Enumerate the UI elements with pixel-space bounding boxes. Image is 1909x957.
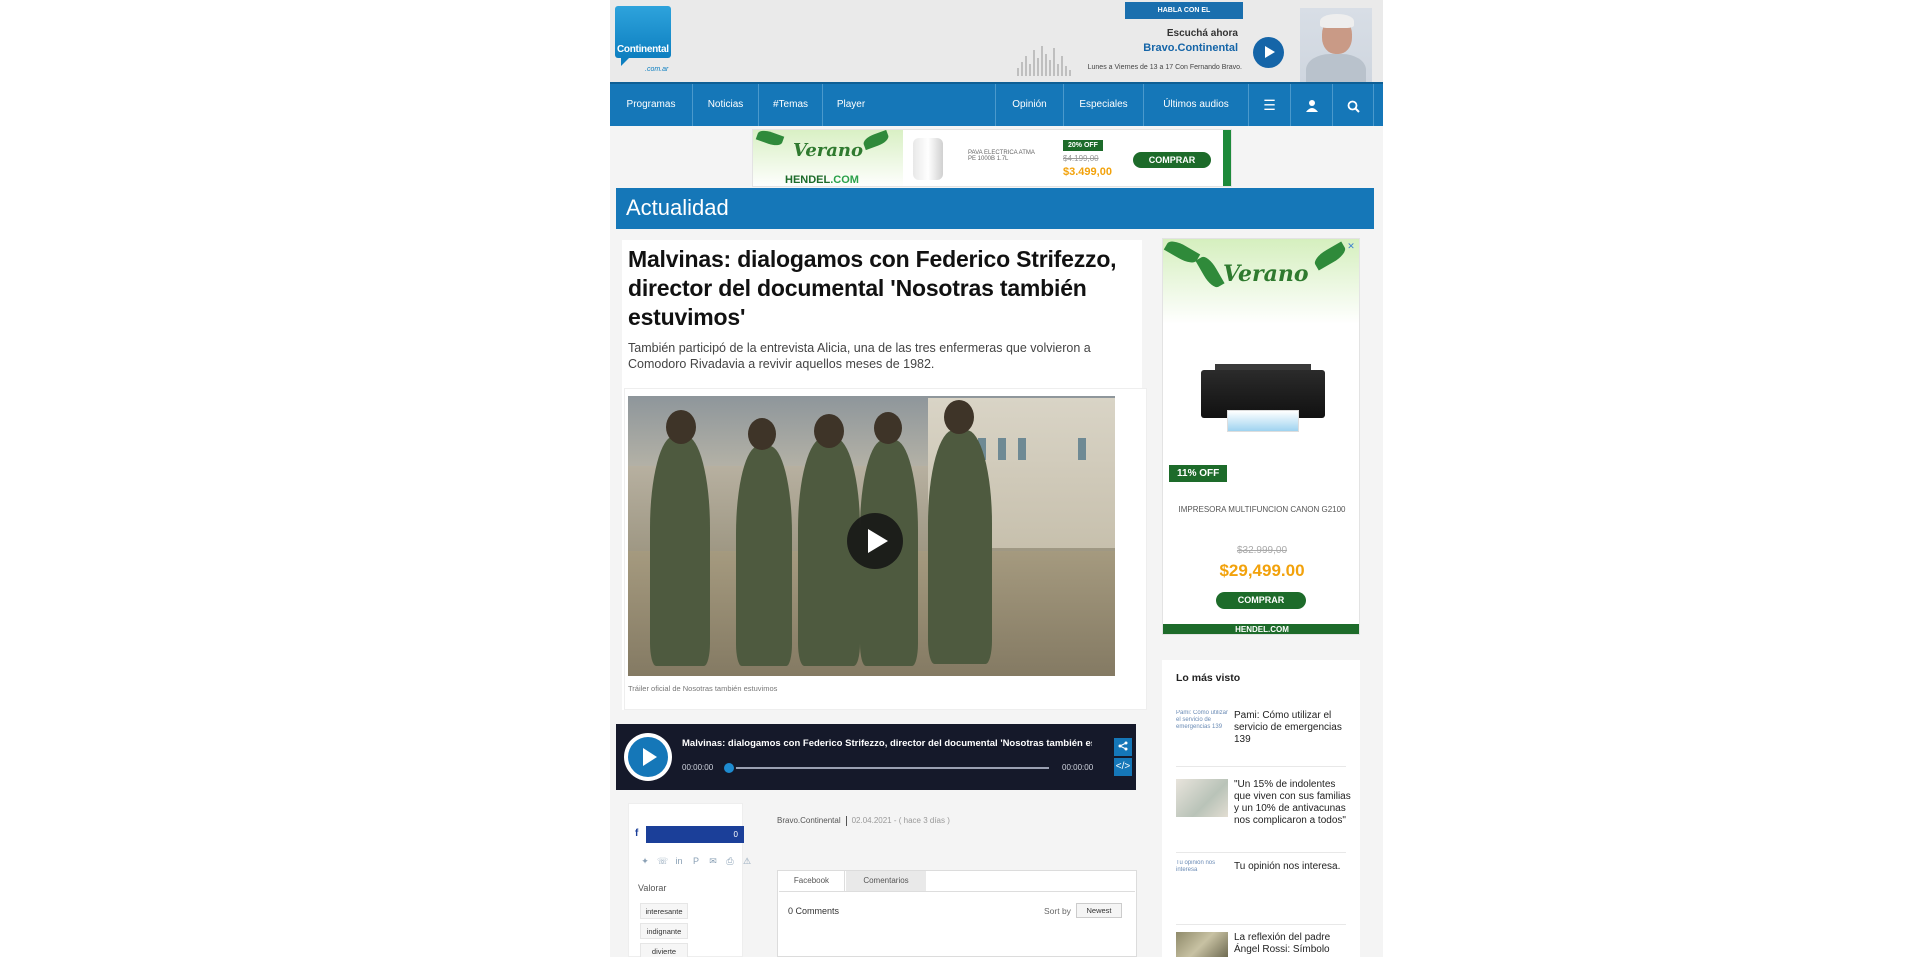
sidebar-ad-buy-button[interactable]: COMPRAR	[1216, 592, 1306, 609]
menu-icon[interactable]: ☰	[1248, 84, 1290, 126]
publish-date: 02.04.2021 - ( hace 3 días )	[851, 816, 950, 826]
ad-old-price: $4.199,00	[1063, 154, 1099, 163]
ad-brand: HENDEL.COM	[785, 174, 859, 186]
most-viewed-thumb-2[interactable]	[1176, 779, 1228, 817]
author-name[interactable]: Bravo.Continental	[777, 816, 841, 825]
site-container: Continental .com.ar HABLA CON EL Escuchá…	[610, 0, 1383, 957]
audio-progress-track[interactable]	[729, 767, 1049, 769]
show-schedule: Lunes a Viernes de 13 a 17 Con Fernando …	[1087, 64, 1242, 71]
embed-code-icon[interactable]: </>	[1114, 758, 1132, 776]
article-subtitle: También participó de la entrevista Alici…	[628, 341, 1091, 371]
most-viewed-item-1[interactable]: Pami: Cómo utilizar el servicio de emerg…	[1234, 710, 1352, 746]
ad-close-icon[interactable]: ✕	[1345, 240, 1357, 252]
sidebar-ad-price: $29,499.00	[1219, 561, 1305, 580]
ad-edge	[1223, 130, 1231, 186]
sort-select[interactable]: Newest	[1076, 903, 1122, 918]
email-icon[interactable]: ✉	[708, 856, 718, 866]
ad-price: $3.499,00	[1063, 166, 1112, 178]
section-title[interactable]: Actualidad	[626, 195, 729, 221]
audio-duration: 00:00:00	[1062, 763, 1094, 772]
most-viewed-item-3[interactable]: Tu opinión nos interesa.	[1234, 861, 1352, 873]
habla-badge[interactable]: HABLA CON EL	[1125, 2, 1243, 19]
site-logo[interactable]: Continental .com.ar	[615, 6, 673, 73]
main-nav: Programas Noticias #Temas Player Opinión…	[610, 82, 1383, 126]
sidebar-ad-brand: HENDEL.COM	[1235, 625, 1289, 634]
logo-domain: .com.ar	[645, 66, 669, 73]
linkedin-icon[interactable]: in	[674, 856, 684, 866]
listen-now-block[interactable]: Escuchá ahora Bravo.Continental	[1070, 28, 1238, 54]
share-icon[interactable]	[1114, 738, 1132, 756]
live-play-button[interactable]	[1253, 37, 1284, 68]
audio-play-button[interactable]	[624, 733, 672, 781]
logo-name: Continental	[617, 44, 669, 55]
ad-discount-badge: 20% OFF	[1063, 140, 1103, 151]
kettle-image	[913, 138, 943, 180]
host-photo	[1300, 8, 1372, 82]
verano-banner-graphic: Verano HENDEL.COM	[753, 130, 903, 186]
most-viewed-thumb-4[interactable]	[1176, 932, 1228, 957]
video-play-button[interactable]	[847, 513, 903, 569]
search-icon[interactable]	[1332, 84, 1374, 126]
listen-label: Escuchá ahora	[1166, 28, 1238, 39]
whatsapp-icon[interactable]: ☏	[657, 856, 668, 866]
nav-item-noticias[interactable]: Noticias	[693, 84, 759, 126]
nav-item-especiales[interactable]: Especiales	[1064, 84, 1144, 126]
audio-current-time: 00:00:00	[682, 763, 714, 772]
sidebar-ad-product: IMPRESORA MULTIFUNCION CANON G2100	[1178, 505, 1346, 514]
rate-interesante-button[interactable]: interesante	[640, 903, 688, 919]
site-header: Continental .com.ar HABLA CON EL Escuchá…	[610, 0, 1383, 82]
nav-item-programas[interactable]: Programas	[610, 84, 693, 126]
tabs-divider	[779, 891, 1135, 892]
pinterest-icon[interactable]: P	[691, 856, 701, 866]
show-name: Bravo.Continental	[1143, 42, 1238, 54]
nav-item-player[interactable]: Player	[823, 84, 879, 126]
ad-product-description: PAVA ELECTRICA ATMA PE 1000B 1.7L	[968, 150, 1035, 162]
comment-count: 0 Comments	[788, 906, 840, 916]
rate-label: Valorar	[638, 883, 667, 893]
audio-title: Malvinas: dialogamos con Federico Strife…	[682, 738, 1092, 749]
nav-item-temas[interactable]: #Temas	[759, 84, 823, 126]
most-viewed-item-2[interactable]: "Un 15% de indolentes que viven con sus …	[1234, 779, 1352, 827]
ad-buy-button[interactable]: COMPRAR	[1133, 152, 1211, 168]
rate-indignante-button[interactable]: indignante	[640, 923, 688, 939]
sort-label: Sort by	[1044, 906, 1071, 916]
nav-item-ultimos-audios[interactable]: Últimos audios	[1144, 84, 1248, 126]
most-viewed-thumb-3[interactable]: Tu opinión nos interesa	[1176, 860, 1228, 876]
facebook-icon[interactable]: f	[635, 828, 638, 839]
sidebar-ad-discount: 11% OFF	[1169, 465, 1228, 482]
top-banner-ad[interactable]: Verano HENDEL.COM PAVA ELECTRICA ATMA PE…	[752, 129, 1232, 187]
warning-icon[interactable]: ⚠	[742, 856, 752, 866]
print-icon[interactable]: ⎙	[725, 856, 735, 866]
sidebar-ad-brand-word: Verano	[1223, 261, 1309, 287]
user-icon[interactable]	[1290, 84, 1332, 126]
video-caption: Tráiler oficial de Nosotras también estu…	[628, 684, 778, 693]
sidebar-ad[interactable]: Verano ✕ 11% OFF IMPRESORA MULTIFUNCION …	[1162, 238, 1360, 635]
facebook-share-count[interactable]: 0	[646, 826, 744, 843]
printer-image	[1201, 364, 1325, 432]
most-viewed-title: Lo más visto	[1176, 672, 1241, 684]
article-title: Malvinas: dialogamos con Federico Strife…	[628, 246, 1117, 330]
tab-comentarios[interactable]: Comentarios	[846, 871, 926, 891]
video-embed[interactable]	[628, 396, 1115, 676]
twitter-icon[interactable]: ✦	[640, 856, 650, 866]
verano-sidebar-graphic: Verano	[1163, 239, 1359, 324]
most-viewed-thumb-1[interactable]: Pami: Cómo utilizar el servicio de emerg…	[1176, 710, 1228, 748]
rate-divierte-button[interactable]: divierte	[640, 943, 688, 957]
sidebar-ad-brand-bar: HENDEL.COM	[1163, 624, 1359, 634]
ad-brand-word: Verano	[793, 140, 864, 161]
section-header: Actualidad	[616, 188, 1374, 229]
most-viewed-item-4[interactable]: La reflexión del padre Ángel Rossi: Símb…	[1234, 932, 1352, 956]
article-meta: Bravo.Continental 02.04.2021 - ( hace 3 d…	[777, 816, 950, 826]
sidebar-ad-old-price: $32.999,00	[1236, 545, 1288, 556]
tab-facebook[interactable]: Facebook	[779, 871, 845, 891]
nav-item-opinion[interactable]: Opinión	[995, 84, 1064, 126]
audio-player: Malvinas: dialogamos con Federico Strife…	[616, 724, 1136, 790]
logo-tail	[621, 58, 629, 66]
audio-progress-knob[interactable]	[722, 761, 736, 775]
